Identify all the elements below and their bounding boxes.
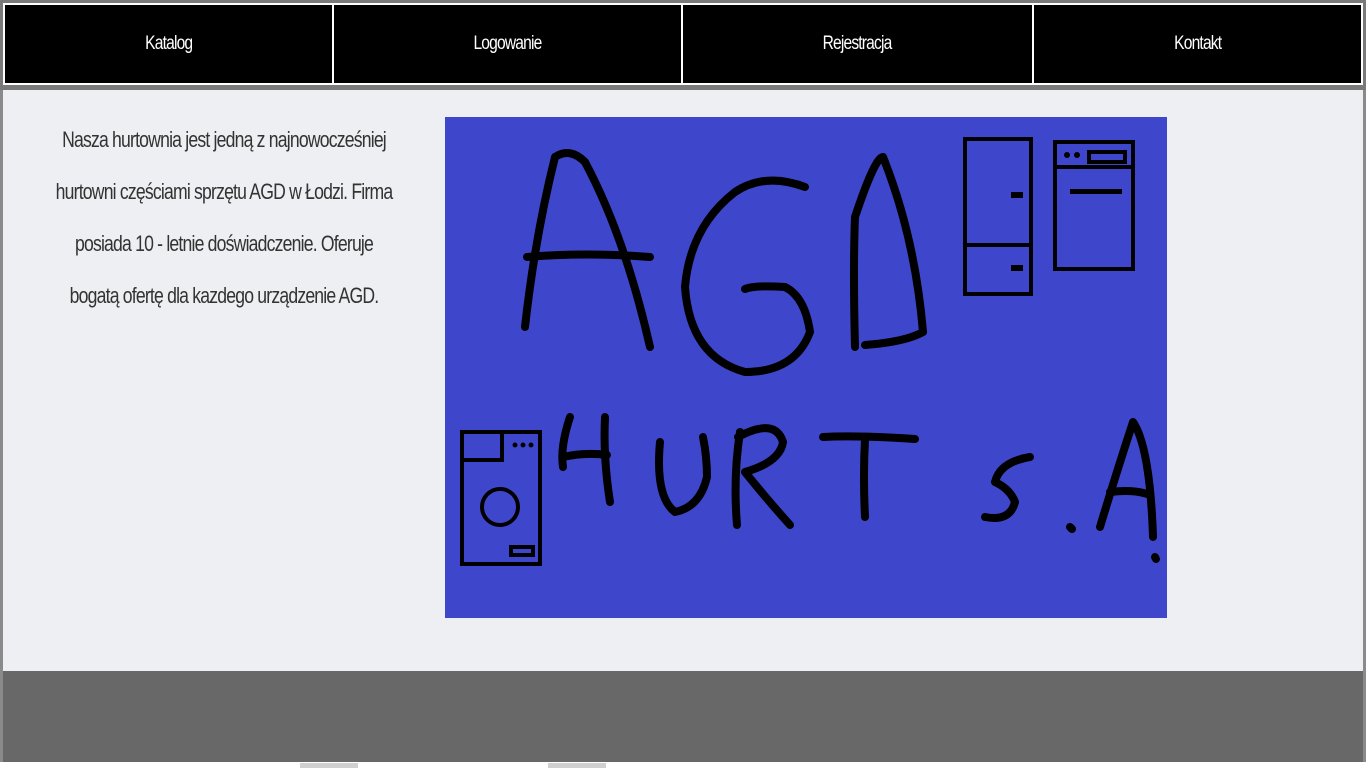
nav-item-label: Logowanie — [473, 33, 542, 54]
nav-item-katalog[interactable]: Katalog — [4, 4, 333, 84]
washing-machine-details — [512, 442, 534, 448]
fridge-handles — [1011, 192, 1023, 271]
scroll-tab — [548, 763, 606, 768]
nav-item-kontakt[interactable]: Kontakt — [1033, 4, 1362, 84]
nav-item-label: Katalog — [144, 33, 193, 54]
main-nav: Katalog Logowanie Rejestracja Kontakt — [3, 3, 1363, 85]
company-logo — [445, 117, 1167, 618]
oven-icon — [1053, 140, 1135, 271]
bottom-strip — [0, 762, 1366, 768]
intro-text: Nasza hurtownia jest jedną z najnowocześ… — [55, 127, 393, 308]
scroll-tab — [300, 763, 358, 768]
nav-item-logowanie[interactable]: Logowanie — [333, 4, 682, 84]
page: Katalog Logowanie Rejestracja Kontakt Na… — [0, 0, 1366, 768]
oven-details — [1064, 152, 1122, 194]
footer — [3, 671, 1363, 762]
nav-item-label: Rejestracja — [823, 33, 893, 54]
washing-machine-icon — [460, 430, 542, 566]
nav-item-rejestracja[interactable]: Rejestracja — [682, 4, 1033, 84]
nav-bar: Katalog Logowanie Rejestracja Kontakt — [0, 0, 1366, 90]
nav-item-label: Kontakt — [1173, 33, 1222, 54]
main-content: Nasza hurtownia jest jedną z najnowocześ… — [3, 90, 1363, 671]
logo-drawing — [460, 137, 1160, 566]
